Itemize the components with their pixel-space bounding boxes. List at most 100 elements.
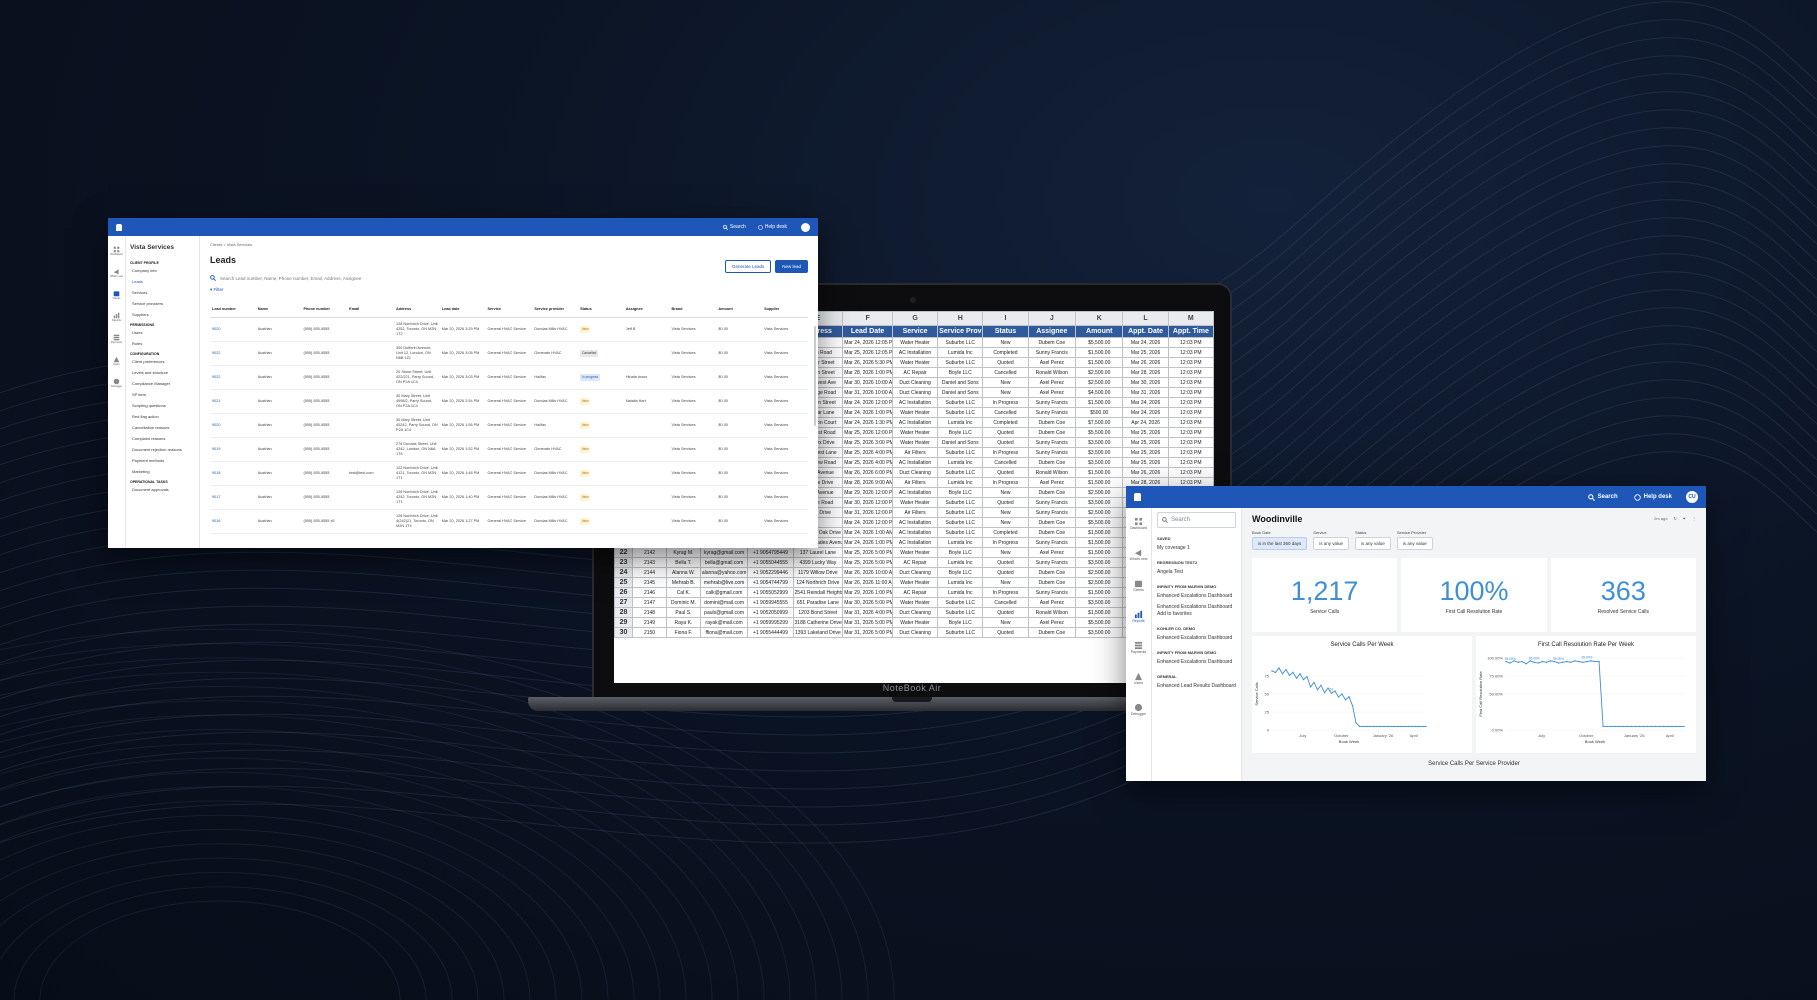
data-point[interactable] (1362, 725, 1364, 728)
cell[interactable]: Mar 26, 2026 5:30 PM (842, 357, 893, 368)
cell[interactable]: Mar 31, 2026 (1122, 387, 1169, 398)
cell[interactable]: Apr 24, 2026 (1122, 417, 1169, 428)
cell[interactable]: Dubem Coe (1027, 527, 1077, 538)
cell[interactable]: New (982, 487, 1029, 498)
column-header[interactable]: Brand (669, 301, 717, 318)
data-point[interactable] (1292, 671, 1294, 674)
help-desk-button[interactable]: Help desk (1633, 493, 1672, 501)
data-point[interactable] (1537, 662, 1540, 664)
cell[interactable]: Dubem Coe (1027, 567, 1077, 578)
data-point[interactable] (1594, 660, 1596, 663)
cell[interactable]: Mar 30, 2026 10:00 AM (842, 377, 893, 388)
data-point[interactable] (1586, 660, 1588, 663)
cell[interactable]: $3,500.00 (1075, 627, 1124, 638)
cell[interactable]: domini@mail.com (699, 597, 749, 608)
cell[interactable]: Mar 24, 2026 12:05 PM (842, 337, 893, 348)
cell[interactable]: AC Installation (891, 527, 939, 538)
subnav-item-leads[interactable]: Leads (132, 279, 195, 284)
cell[interactable]: Dubem Coe (1027, 337, 1077, 348)
cell[interactable]: Duct Cleaning (891, 607, 939, 618)
subnav-item-scripting-questions[interactable]: Scripting questions (132, 403, 195, 408)
cell[interactable]: New (982, 517, 1029, 528)
data-point[interactable] (1285, 668, 1287, 671)
cell[interactable]: Daniel and Sons (937, 377, 984, 388)
data-point[interactable] (1327, 687, 1329, 689)
row-number[interactable]: 24 (614, 567, 634, 578)
table-row[interactable]: 9022 Austrian (555) 555-5555 300 Dufferin A… (210, 341, 808, 366)
data-point[interactable] (1578, 660, 1580, 663)
filter-service[interactable]: Service is any value (1313, 530, 1350, 550)
cell[interactable]: Mar 28, 2026 9:00 AM (842, 477, 893, 488)
cell[interactable]: +1 9054744799 (747, 577, 794, 588)
sidebar-item[interactable]: Enhanced Lead Results Dashboard (1157, 683, 1236, 690)
cell[interactable]: AC Repair (891, 587, 939, 598)
cell[interactable]: $5,500.00 (1075, 617, 1124, 628)
cell[interactable]: 12:03 PM (1167, 457, 1214, 468)
cell[interactable]: 2147 (632, 597, 667, 608)
row-number[interactable]: 26 (614, 587, 634, 598)
cell[interactable]: Water Heater (891, 357, 939, 368)
cell[interactable]: Suburbn LLC (937, 517, 984, 528)
cell[interactable]: +1 9055052999 (747, 587, 794, 598)
rail-item-what-s-new[interactable]: What's new (1126, 539, 1151, 570)
cell[interactable]: Daniel and Sons (937, 437, 984, 448)
cell[interactable]: Quoted (982, 607, 1029, 618)
cell[interactable]: 12:03 PM (1167, 467, 1214, 478)
cell[interactable]: Mar 25, 2026 (1122, 447, 1169, 458)
cell[interactable]: Lumida Inc (937, 477, 984, 488)
rail-item-reports[interactable]: Reports (1126, 601, 1151, 632)
data-point[interactable] (1369, 725, 1371, 728)
cell[interactable]: Mar 26, 2026 (1122, 467, 1169, 478)
cell[interactable]: In Progress (982, 477, 1029, 488)
cell[interactable]: Lumida Inc (937, 347, 984, 358)
rail-item-dashboard[interactable]: Dashboard (1126, 508, 1151, 539)
cell[interactable]: mehrab@live.com (699, 577, 749, 588)
cell[interactable]: New (982, 377, 1029, 388)
cell[interactable]: $2,500.00 (1075, 567, 1124, 578)
data-point[interactable] (1418, 725, 1420, 728)
app-logo-icon[interactable] (1134, 493, 1141, 501)
cell[interactable]: Duct Cleaning (891, 387, 939, 398)
cell[interactable]: Ronald Wilson (1027, 607, 1077, 618)
cell[interactable]: 12:03 PM (1167, 397, 1214, 408)
avatar[interactable] (801, 222, 810, 232)
cell[interactable]: Mar 31, 2026 10:00 AM (842, 387, 893, 398)
data-point[interactable] (1517, 661, 1519, 664)
rail-item-payments[interactable]: Payments (108, 328, 125, 350)
column-header[interactable]: Service (485, 301, 533, 318)
cell[interactable]: In Progress (982, 587, 1029, 598)
data-point[interactable] (1344, 699, 1347, 701)
cell[interactable]: 12:03 PM (1167, 447, 1214, 458)
data-point[interactable] (1654, 725, 1657, 728)
cell[interactable]: Mar 29, 2026 12:00 PM (842, 487, 893, 498)
cell[interactable]: $7,500.00 (1075, 417, 1124, 428)
data-point[interactable] (1404, 725, 1406, 728)
data-point[interactable] (1610, 725, 1612, 728)
data-point[interactable] (1411, 725, 1413, 728)
cell[interactable]: 12:03 PM (1167, 417, 1214, 428)
cell[interactable]: Quoted (982, 467, 1029, 478)
cell[interactable]: AC Installation (891, 457, 939, 468)
cell[interactable]: Boyle LLC (937, 567, 984, 578)
cell[interactable]: Ronald Wilson (1027, 367, 1077, 378)
data-point[interactable] (1683, 725, 1685, 728)
data-point[interactable] (1675, 725, 1677, 728)
subnav-item-client-preferences[interactable]: Client preferences (132, 359, 195, 364)
data-point[interactable] (1622, 725, 1625, 728)
cell[interactable]: Sunny Francis (1027, 347, 1077, 358)
cell[interactable]: Kyrag M. (665, 547, 701, 558)
row-number[interactable]: 25 (614, 577, 634, 588)
subnav-item-marketing[interactable]: Marketing (132, 469, 195, 474)
data-point[interactable] (1545, 661, 1548, 664)
cell[interactable]: Fiona F. (665, 627, 701, 638)
table-row[interactable]: 9021 Austrian (555) 555-5555 30 Mary Street… (210, 389, 808, 414)
subnav-item-document-rejection-reasons[interactable]: Document rejection reasons (132, 447, 195, 452)
cell[interactable]: Mar 30, 2026 12:00 PM (842, 497, 893, 508)
data-point[interactable] (1397, 725, 1399, 728)
cell[interactable]: Sunny Francis (1027, 437, 1077, 448)
data-point[interactable] (1309, 686, 1312, 688)
cell[interactable]: 12:03 PM (1167, 337, 1214, 348)
table-cell[interactable]: 9022 (210, 365, 256, 390)
data-point[interactable] (1337, 696, 1340, 698)
data-point[interactable] (1570, 661, 1572, 664)
